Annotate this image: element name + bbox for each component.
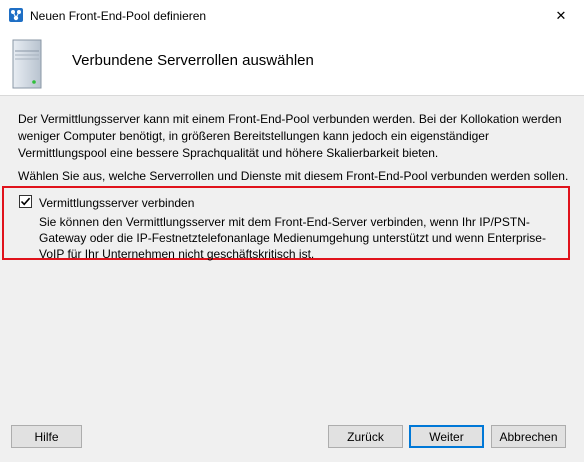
back-button[interactable]: Zurück: [328, 425, 403, 448]
back-button-label: Zurück: [347, 429, 384, 444]
server-icon: [12, 39, 42, 89]
close-icon: ✕: [555, 7, 567, 23]
close-button[interactable]: ✕: [538, 0, 584, 31]
connect-mediation-checkbox[interactable]: [19, 195, 32, 208]
cancel-button-label: Abbrechen: [499, 429, 558, 444]
next-button[interactable]: Weiter: [409, 425, 484, 448]
checkmark-icon: [20, 197, 31, 206]
checkbox-label[interactable]: Vermittlungsserver verbinden: [39, 196, 194, 210]
page-title: Verbundene Serverrollen auswählen: [72, 52, 314, 69]
title-bar: Neuen Front-End-Pool definieren ✕: [0, 0, 584, 31]
wizard-header: Verbundene Serverrollen auswählen: [0, 31, 584, 96]
selection-prompt: Wählen Sie aus, welche Serverrollen und …: [18, 169, 569, 183]
intro-text: Der Vermittlungsserver kann mit einem Fr…: [18, 112, 562, 160]
help-button[interactable]: Hilfe: [11, 425, 82, 448]
intro-text-block: Der Vermittlungsserver kann mit einem Fr…: [18, 111, 566, 162]
checkbox-description: Sie können den Vermittlungsserver mit de…: [39, 215, 546, 261]
cancel-button[interactable]: Abbrechen: [491, 425, 566, 448]
app-icon: [9, 8, 23, 22]
window-title: Neuen Front-End-Pool definieren: [30, 9, 207, 23]
help-button-label: Hilfe: [34, 429, 59, 444]
next-button-label: Weiter: [429, 429, 464, 444]
